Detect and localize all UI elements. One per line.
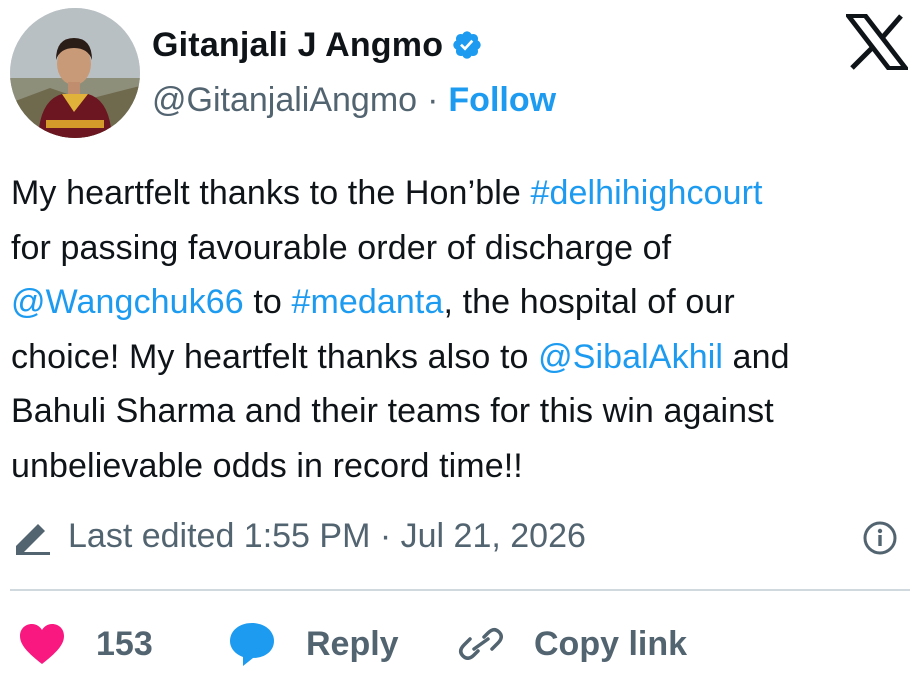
tweet-text-segment: and — [723, 337, 790, 376]
separator-dot: · — [427, 80, 439, 119]
reply-bubble-icon — [230, 623, 274, 666]
tweet-text-segment: to — [243, 283, 292, 321]
tweet-text-line: @Wangchuk66 to #medanta, the hospital of… — [11, 275, 911, 330]
x-logo-icon[interactable] — [846, 14, 908, 70]
copy-link-button[interactable]: Copy link — [456, 620, 687, 668]
copy-link-label: Copy link — [534, 624, 688, 663]
tweet-text-line: for passing favourable order of discharg… — [11, 221, 911, 276]
reply-label: Reply — [306, 624, 399, 663]
author-handle[interactable]: @GitanjaliAngmo — [152, 81, 417, 120]
divider — [10, 589, 910, 591]
author-name[interactable]: Gitanjali J Angmo — [152, 26, 443, 65]
follow-button[interactable]: Follow — [448, 81, 556, 120]
mention-link[interactable]: @SibalAkhil — [538, 338, 723, 376]
mention-link[interactable]: @Wangchuk66 — [11, 283, 244, 321]
author-name-row: Gitanjali J Angmo — [152, 22, 483, 68]
tweet-text-segment: , the hospital of our — [443, 283, 735, 321]
edited-row: Last edited 1:55 PM · Jul 21, 2026 — [12, 514, 586, 558]
like-button[interactable]: 153 — [18, 620, 153, 668]
tweet-text-line: My heartfelt thanks to the Hon’ble #delh… — [11, 166, 911, 221]
tweet-text-segment: Bahuli Sharma and their teams for this w… — [11, 392, 774, 430]
hashtag-link[interactable]: #delhihighcourt — [530, 174, 762, 212]
reply-button[interactable]: Reply — [228, 620, 399, 668]
verified-badge-icon — [453, 31, 481, 59]
link-icon — [459, 628, 503, 660]
last-edited-timestamp[interactable]: Last edited 1:55 PM · Jul 21, 2026 — [68, 517, 586, 556]
tweet-text-line: choice! My heartfelt thanks also to @Sib… — [11, 330, 911, 385]
like-count: 153 — [96, 624, 153, 663]
heart-icon — [20, 624, 64, 664]
tweet-text-segment: unbelievable odds in record time!! — [11, 446, 523, 485]
tweet-text-segment: choice! My heartfelt thanks also to — [11, 337, 539, 376]
tweet-text: My heartfelt thanks to the Hon’ble #delh… — [11, 166, 911, 493]
tweet-text-segment: for passing favourable order of discharg… — [11, 228, 672, 267]
author-handle-row: @GitanjaliAngmo · Follow — [152, 78, 556, 122]
info-icon[interactable] — [862, 520, 898, 556]
tweet-text-segment: My heartfelt thanks to the Hon’ble — [11, 174, 531, 212]
tweet-text-line: Bahuli Sharma and their teams for this w… — [11, 384, 911, 439]
avatar-image — [10, 8, 140, 138]
avatar[interactable] — [10, 8, 140, 138]
hashtag-link[interactable]: #medanta — [291, 283, 443, 321]
pencil-icon — [16, 524, 50, 555]
tweet-text-line: unbelievable odds in record time!! — [11, 439, 911, 494]
